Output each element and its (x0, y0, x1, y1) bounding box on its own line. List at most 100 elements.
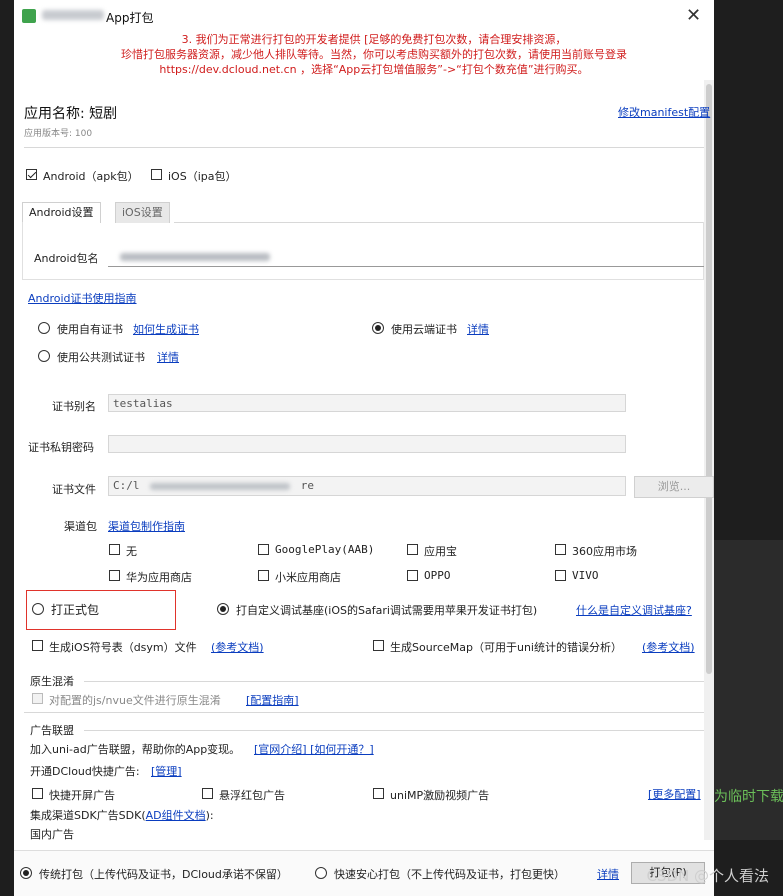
notice-line-2: 珍惜打包服务器资源，减少他人排队等待。当然，你可以考虑购买额外的打包次数，请使用… (121, 48, 627, 61)
custom-debug-label: 打自定义调试基座(iOS的Safari调试需要用苹果开发证书打包) (236, 604, 538, 617)
float-ad-checkbox[interactable] (202, 788, 213, 799)
radio-traditional-pack[interactable] (20, 867, 32, 879)
domestic-ads-label: 国内广告 (30, 828, 74, 841)
video-ad-checkbox[interactable] (373, 788, 384, 799)
video-ad-label: uniMP激励视频广告 (390, 789, 490, 802)
ios-checkbox-label: iOS（ipa包） (168, 170, 237, 183)
channel-label-oppo: OPPO (424, 569, 451, 582)
channel-checkbox[interactable] (407, 544, 418, 555)
sdk-ads-suffix: ): (205, 809, 214, 822)
cert-file-label: 证书文件 (52, 483, 96, 496)
blurred-package-name (120, 253, 270, 261)
tab-android-settings[interactable]: Android设置 (22, 202, 101, 223)
cert-file-path-end: re (300, 479, 314, 492)
channel-checkbox[interactable] (407, 570, 418, 581)
app-version: 应用版本号: 100 (24, 129, 93, 139)
editor-background-left (0, 0, 14, 896)
channel-label-googleplay: GooglePlay(AAB) (275, 543, 375, 556)
title-bar: App打包 ✕ (14, 0, 714, 32)
notice-line-1: 3. 我们为正常进行打包的开发者提供 [足够的免费打包次数，请合理安排资源， (181, 33, 567, 46)
channel-label-yingyongbao: 应用宝 (424, 545, 457, 558)
tab-ios-settings[interactable]: iOS设置 (115, 202, 170, 223)
radio-own-cert[interactable] (38, 322, 50, 334)
splash-ad-checkbox[interactable] (32, 788, 43, 799)
ads-title: 广告联盟 (30, 724, 74, 737)
channel-label-xiaomi: 小米应用商店 (275, 571, 341, 584)
splash-ad-label: 快捷开屏广告 (49, 789, 115, 802)
divider (84, 681, 704, 682)
sourcemap-checkbox[interactable] (373, 640, 384, 651)
cloud-cert-detail-link[interactable]: 详情 (467, 321, 489, 337)
footer-bar: 传统打包（上传代码及证书，DCloud承诺不保留） 快速安心打包（不上传代码及证… (14, 850, 714, 896)
ads-intro-link[interactable]: [官网介绍] [如何开通？] (254, 741, 374, 757)
channel-checkbox[interactable] (258, 544, 269, 555)
ad-component-doc-link[interactable]: AD组件文档 (146, 809, 206, 822)
cert-password-label: 证书私钥密码 (28, 441, 94, 454)
blurred-project-name (42, 10, 104, 20)
editor-side-text: 为临时下载 (714, 789, 783, 805)
blurred-file-path (150, 482, 291, 490)
obfuscation-checkbox[interactable] (32, 693, 43, 704)
own-cert-label: 使用自有证书 (57, 323, 123, 336)
radio-release-build[interactable] (32, 603, 44, 615)
app-name: 应用名称: 短剧 (24, 106, 118, 122)
android-cert-guide-link[interactable]: Android证书使用指南 (28, 290, 137, 306)
cert-alias-input[interactable]: testalias (108, 394, 626, 412)
hbuilder-logo-icon (22, 9, 36, 23)
radio-public-test-cert[interactable] (38, 350, 50, 362)
radio-fast-safe-pack[interactable] (315, 867, 327, 879)
pack-detail-link[interactable]: 详情 (597, 866, 619, 882)
notice-line-3: https://dev.dcloud.net.cn ，选择“App云打包增值服务… (159, 63, 589, 76)
channel-label-360: 360应用市场 (572, 545, 637, 558)
channel-guide-link[interactable]: 渠道包制作指南 (108, 518, 185, 534)
cloud-cert-label: 使用云端证书 (391, 323, 457, 336)
divider (84, 730, 704, 731)
cert-password-input[interactable] (108, 435, 626, 453)
app-pack-dialog: App打包 ✕ 3. 我们为正常进行打包的开发者提供 [足够的免费打包次数，请合… (14, 0, 714, 896)
ios-checkbox[interactable] (151, 169, 162, 180)
csdn-watermark: CSDN @个人看法 (646, 867, 769, 885)
cert-file-path-start: C:/l (113, 479, 140, 492)
radio-cloud-cert[interactable] (372, 322, 384, 334)
release-build-label: 打正式包 (51, 603, 100, 617)
channel-checkbox[interactable] (555, 570, 566, 581)
sdk-ads-label: 集成渠道SDK广告SDK(AD组件文档): (30, 807, 214, 823)
channel-label-huawei: 华为应用商店 (126, 571, 192, 584)
obfuscation-title: 原生混淆 (30, 675, 74, 688)
package-label: Android包名 (34, 252, 99, 265)
modify-manifest-link[interactable]: 修改manifest配置 (618, 104, 710, 120)
channel-label-none: 无 (126, 545, 137, 558)
public-cert-detail-link[interactable]: 详情 (157, 349, 179, 365)
scrollbar-thumb[interactable] (706, 84, 712, 674)
fast-safe-pack-label: 快速安心打包（不上传代码及证书，打包更快） (334, 868, 565, 881)
divider (24, 147, 704, 148)
channel-checkbox[interactable] (109, 544, 120, 555)
obfuscation-guide-link[interactable]: [配置指南] (246, 692, 299, 708)
public-cert-label: 使用公共测试证书 (57, 351, 145, 364)
window-title: App打包 (106, 11, 154, 25)
channel-checkbox[interactable] (555, 544, 566, 555)
ads-manage-link[interactable]: [管理] (151, 763, 182, 779)
channel-label-vivo: VIVO (572, 569, 599, 582)
float-ad-label: 悬浮红包广告 (219, 789, 285, 802)
divider (24, 712, 704, 713)
radio-custom-debug-build[interactable] (217, 603, 229, 615)
highlight-box (26, 590, 176, 630)
channel-checkbox[interactable] (258, 570, 269, 581)
cert-file-input[interactable]: C:/l re (108, 476, 626, 496)
more-config-link[interactable]: [更多配置] (648, 786, 701, 802)
channel-label: 渠道包 (64, 520, 97, 533)
android-checkbox-label: Android（apk包） (43, 170, 139, 183)
obfuscation-label: 对配置的js/nvue文件进行原生混淆 (49, 694, 221, 707)
how-to-generate-cert-link[interactable]: 如何生成证书 (133, 321, 199, 337)
sourcemap-doc-link[interactable]: (参考文档) (642, 639, 695, 655)
what-is-custom-debug-link[interactable]: 什么是自定义调试基座? (576, 602, 692, 618)
channel-checkbox[interactable] (109, 570, 120, 581)
ios-dsym-doc-link[interactable]: (参考文档) (211, 639, 264, 655)
android-checkbox[interactable] (26, 169, 37, 180)
close-icon[interactable]: ✕ (686, 5, 701, 26)
sourcemap-label: 生成SourceMap（可用于uni统计的错误分析） (390, 641, 622, 654)
sdk-ads-prefix: 集成渠道SDK广告SDK( (30, 809, 146, 822)
ios-dsym-checkbox[interactable] (32, 640, 43, 651)
browse-button[interactable]: 浏览... (634, 476, 714, 498)
